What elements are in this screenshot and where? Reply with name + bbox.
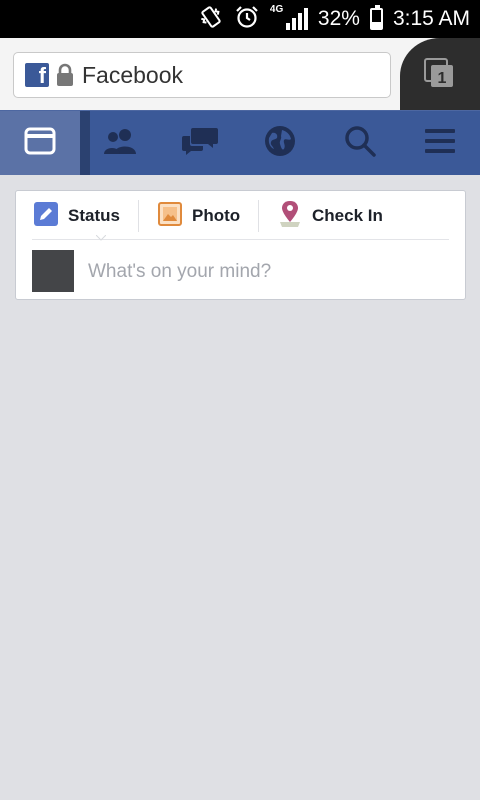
menu-icon <box>424 127 456 160</box>
avatar <box>32 250 74 292</box>
news-feed-icon <box>24 127 56 160</box>
address-bar-text: Facebook <box>82 61 184 88</box>
photo-button[interactable]: Photo <box>158 201 241 231</box>
facebook-nav-bar <box>0 110 480 175</box>
status-button[interactable]: Status <box>34 201 120 231</box>
tab-switcher-area: 1 <box>400 38 480 110</box>
globe-icon <box>263 124 297 163</box>
vibrate-icon <box>198 4 224 35</box>
nav-notifications[interactable] <box>240 111 320 175</box>
lock-icon <box>56 63 74 87</box>
action-divider <box>138 200 139 232</box>
action-divider <box>258 200 259 232</box>
nav-friend-requests[interactable] <box>80 111 160 175</box>
status-composer: Status Photo Check In What's on your min… <box>15 190 466 300</box>
clock: 3:15 AM <box>392 7 470 30</box>
battery-fill <box>371 22 381 28</box>
photo-icon <box>158 201 182 231</box>
status-bar-right: 4G 32% 3:15 AM <box>198 0 470 38</box>
composer-actions: Status Photo Check In <box>32 191 449 241</box>
browser-toolbar: f Facebook 1 <box>0 38 480 110</box>
whats-on-your-mind-input[interactable]: What's on your mind? <box>88 261 271 283</box>
check-in-button[interactable]: Check In <box>278 200 383 233</box>
pencil-icon <box>34 201 58 231</box>
battery-icon <box>369 5 383 30</box>
nav-news-feed[interactable] <box>0 111 90 175</box>
facebook-favicon-icon: f <box>25 63 49 87</box>
nav-messages[interactable] <box>160 111 240 175</box>
check-in-label: Check In <box>312 206 383 225</box>
address-bar[interactable]: f Facebook <box>13 52 391 98</box>
battery-percent: 32% <box>317 7 360 30</box>
signal-icon: 4G <box>270 4 308 32</box>
active-action-pointer <box>96 235 106 241</box>
tab-switcher-button[interactable]: 1 <box>424 58 454 88</box>
status-bar: 4G 32% 3:15 AM <box>0 0 480 38</box>
messages-icon <box>181 126 219 161</box>
nav-menu[interactable] <box>400 111 480 175</box>
friends-icon <box>101 127 139 160</box>
status-label: Status <box>68 206 120 225</box>
nav-search[interactable] <box>320 111 400 175</box>
location-pin-icon <box>278 200 302 233</box>
photo-label: Photo <box>192 206 241 225</box>
tab-count: 1 <box>438 70 447 87</box>
search-icon <box>344 125 376 162</box>
alarm-icon <box>234 4 260 35</box>
